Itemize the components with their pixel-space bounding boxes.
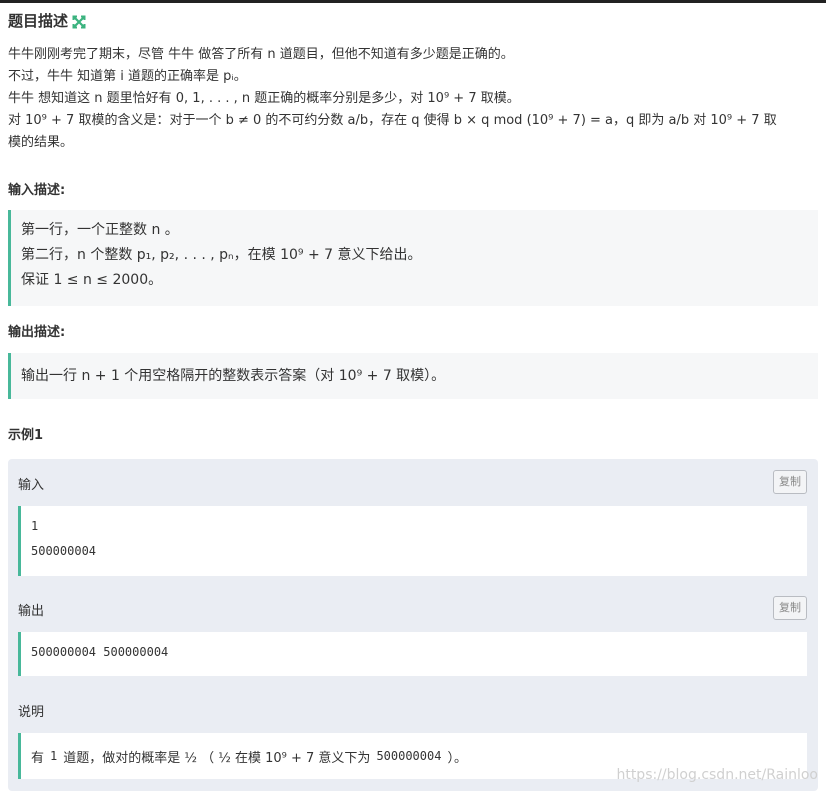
example-output-code[interactable]: 500000004 500000004 — [18, 632, 807, 676]
copy-input-button[interactable]: 复制 — [773, 470, 807, 494]
explain-text-2: 道题，做对的概率是 ½ （ ½ 在模 10⁹ + 7 意义下为 — [63, 750, 371, 766]
title-row: 题目描述 — [8, 10, 86, 31]
output-description-heading: 输出描述: — [8, 325, 66, 340]
explanation-label: 说明 — [18, 705, 45, 720]
desc-line-4: 对 10⁹ + 7 取模的含义是：对于一个 b ≠ 0 的不可约分数 a/b，存… — [8, 113, 777, 128]
input-code-line: 500000004 — [31, 544, 97, 558]
example-output-label: 输出 — [18, 604, 45, 619]
input-line-1: 第一行，一个正整数 n 。 — [21, 222, 179, 238]
example-input-code[interactable]: 1 500000004 — [18, 506, 807, 576]
output-description: 输出一行 n + 1 个用空格隔开的整数表示答案（对 10⁹ + 7 取模）。 — [8, 353, 818, 399]
desc-line-2: 不过，牛牛 知道第 i 道题的正确率是 pᵢ。 — [8, 69, 247, 84]
input-line-2: 第二行，n 个整数 p₁, p₂, . . . , pₙ，在模 10⁹ + 7 … — [21, 247, 422, 263]
example-panel: 输入 复制 1 500000004 输出 复制 500000004 500000… — [8, 459, 818, 791]
desc-line-5: 模的结果。 — [8, 135, 74, 150]
copy-output-button[interactable]: 复制 — [773, 596, 807, 620]
explain-code-2: 500000004 — [376, 749, 442, 763]
explain-text-3: ）。 — [447, 750, 467, 766]
input-code-line: 1 — [31, 519, 39, 533]
top-border — [0, 0, 826, 3]
example-heading: 示例1 — [8, 428, 44, 443]
problem-description: 牛牛刚刚考完了期末，尽管 牛牛 做答了所有 n 道题目，但他不知道有多少题是正确… — [8, 44, 820, 154]
output-line-1: 输出一行 n + 1 个用空格隔开的整数表示答案（对 10⁹ + 7 取模）。 — [21, 368, 446, 384]
output-code-line: 500000004 500000004 — [31, 645, 169, 659]
watermark: https://blog.csdn.net/Rainloo — [616, 767, 818, 783]
explain-text-1: 有 — [31, 750, 45, 766]
expand-arrows-icon[interactable] — [72, 14, 86, 28]
desc-line-1: 牛牛刚刚考完了期末，尽管 牛牛 做答了所有 n 道题目，但他不知道有多少题是正确… — [8, 47, 514, 62]
example-input-label: 输入 — [18, 478, 45, 493]
page-title: 题目描述 — [8, 12, 69, 30]
input-line-3: 保证 1 ≤ n ≤ 2000。 — [21, 272, 163, 288]
input-description-heading: 输入描述: — [8, 183, 66, 198]
input-description: 第一行，一个正整数 n 。 第二行，n 个整数 p₁, p₂, . . . , … — [8, 210, 818, 306]
desc-line-3: 牛牛 想知道这 n 题里恰好有 0, 1, . . . , n 题正确的概率分别… — [8, 91, 520, 106]
explain-code-1: 1 — [50, 749, 58, 763]
